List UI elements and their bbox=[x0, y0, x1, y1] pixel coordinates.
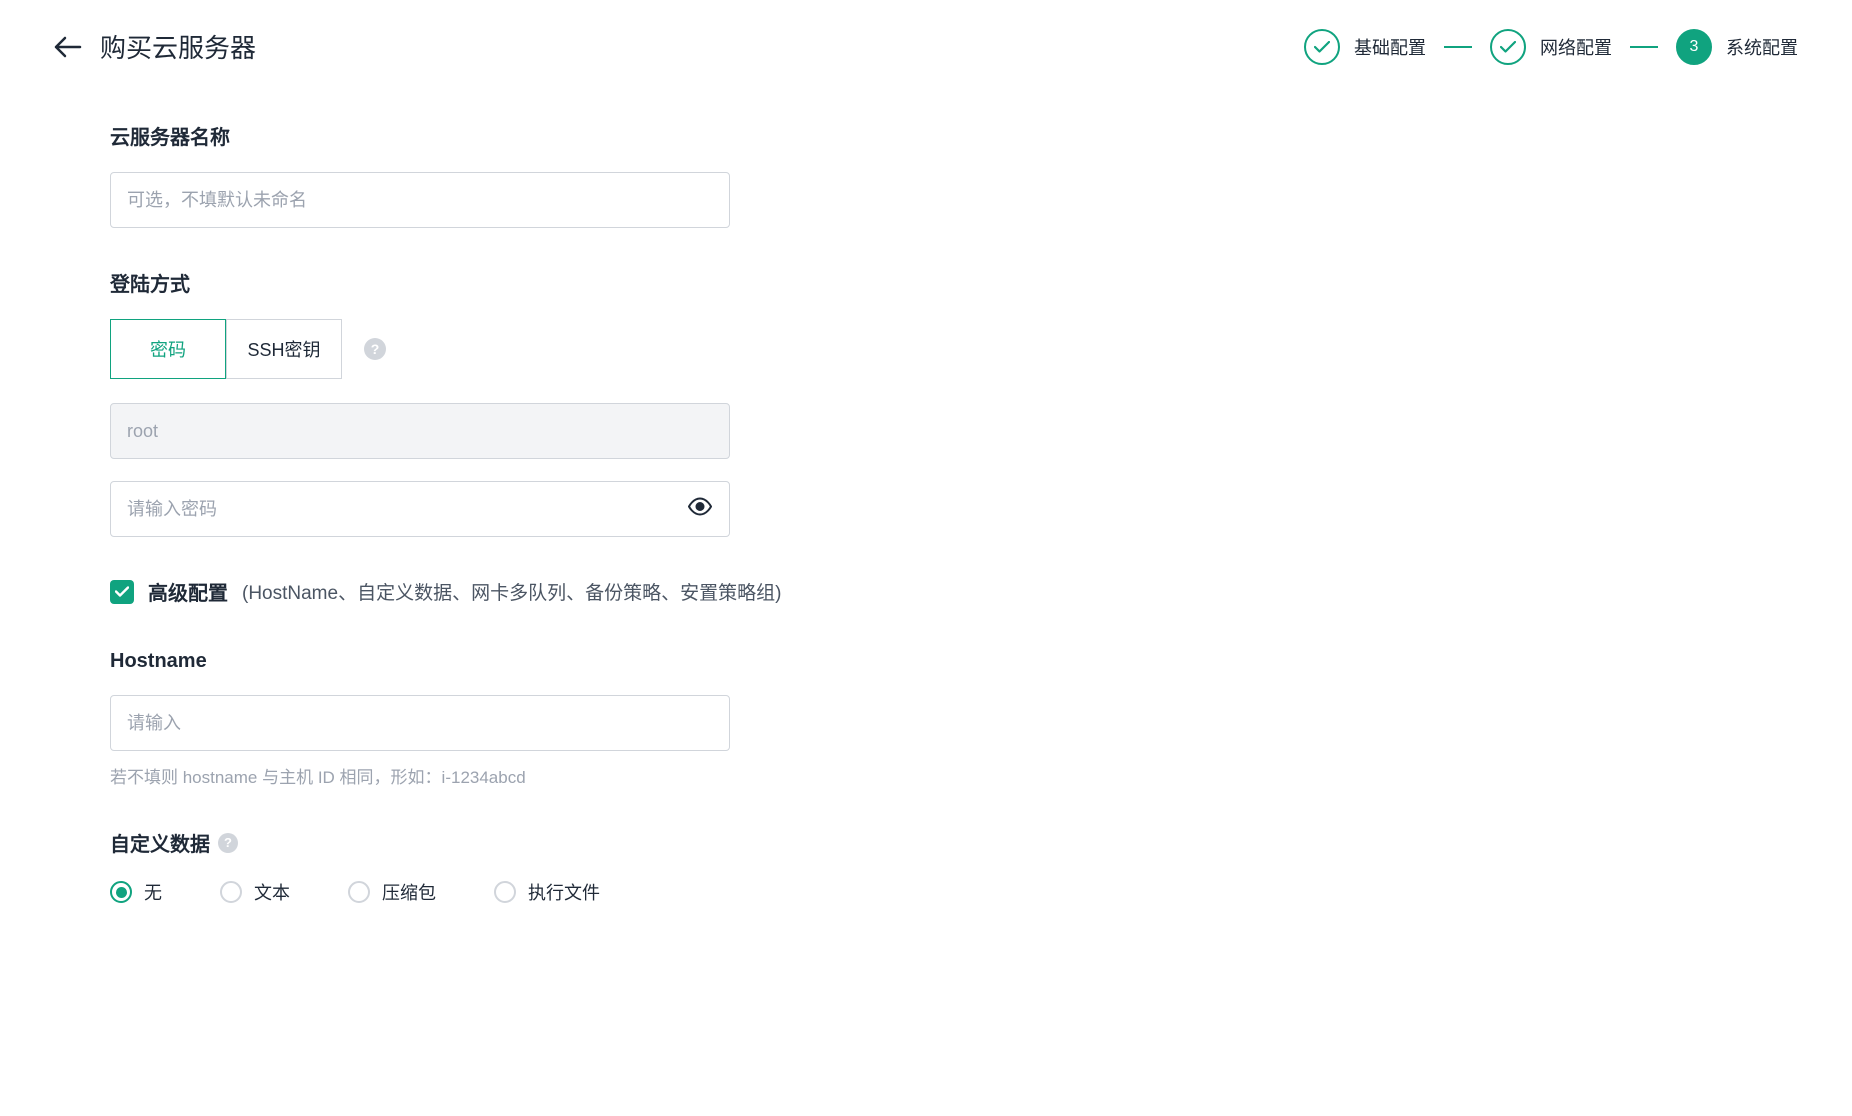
tab-password[interactable]: 密码 bbox=[110, 319, 226, 379]
hostname-hint: 若不填则 hostname 与主机 ID 相同，形如：i-1234abcd bbox=[110, 763, 1798, 788]
back-button[interactable] bbox=[54, 33, 82, 61]
server-name-input[interactable] bbox=[110, 172, 730, 228]
tab-ssh-key[interactable]: SSH密钥 bbox=[226, 319, 342, 379]
radio-input[interactable] bbox=[220, 881, 242, 903]
radio-label: 压缩包 bbox=[382, 879, 436, 905]
page-header: 购买云服务器 基础配置 网络配置 bbox=[54, 28, 1798, 65]
radio-input[interactable] bbox=[348, 881, 370, 903]
step-indicator: 基础配置 网络配置 3 系统配置 bbox=[1304, 29, 1798, 65]
step-circle-done bbox=[1304, 29, 1340, 65]
step-label: 网络配置 bbox=[1540, 34, 1612, 60]
page-title: 购买云服务器 bbox=[100, 28, 256, 65]
custom-data-label: 自定义数据 bbox=[110, 828, 210, 857]
step-label: 基础配置 bbox=[1354, 34, 1426, 60]
custom-data-section: 自定义数据 ? 无 文本 压缩包 执行文件 bbox=[110, 828, 1798, 905]
step-divider bbox=[1630, 46, 1658, 48]
radio-none[interactable]: 无 bbox=[110, 879, 162, 905]
login-method-label: 登陆方式 bbox=[110, 268, 1798, 297]
step-network-config[interactable]: 网络配置 bbox=[1490, 29, 1612, 65]
password-input[interactable] bbox=[110, 481, 730, 537]
check-icon bbox=[115, 586, 129, 597]
eye-icon bbox=[688, 498, 712, 516]
hostname-input[interactable] bbox=[110, 695, 730, 751]
custom-data-radio-group: 无 文本 压缩包 执行文件 bbox=[110, 879, 1798, 905]
radio-label: 执行文件 bbox=[528, 879, 600, 905]
step-basic-config[interactable]: 基础配置 bbox=[1304, 29, 1426, 65]
step-circle-active: 3 bbox=[1676, 29, 1712, 65]
arrow-left-icon bbox=[54, 36, 82, 58]
server-name-label: 云服务器名称 bbox=[110, 121, 1798, 150]
radio-executable[interactable]: 执行文件 bbox=[494, 879, 600, 905]
check-icon bbox=[1500, 41, 1516, 53]
radio-text[interactable]: 文本 bbox=[220, 879, 290, 905]
help-icon[interactable]: ? bbox=[364, 338, 386, 360]
radio-archive[interactable]: 压缩包 bbox=[348, 879, 436, 905]
username-input bbox=[110, 403, 730, 459]
radio-label: 无 bbox=[144, 879, 162, 905]
radio-label: 文本 bbox=[254, 879, 290, 905]
radio-input[interactable] bbox=[110, 881, 132, 903]
step-circle-done bbox=[1490, 29, 1526, 65]
hostname-label: Hostname bbox=[110, 650, 1798, 673]
show-password-button[interactable] bbox=[688, 498, 712, 521]
hostname-section: Hostname 若不填则 hostname 与主机 ID 相同，形如：i-12… bbox=[110, 650, 1798, 788]
advanced-config-label: 高级配置 bbox=[148, 577, 228, 606]
step-label: 系统配置 bbox=[1726, 34, 1798, 60]
step-divider bbox=[1444, 46, 1472, 48]
server-name-section: 云服务器名称 bbox=[110, 121, 1798, 228]
advanced-config-hint: (HostName、自定义数据、网卡多队列、备份策略、安置策略组) bbox=[242, 578, 781, 605]
radio-input[interactable] bbox=[494, 881, 516, 903]
advanced-config-toggle[interactable]: 高级配置 (HostName、自定义数据、网卡多队列、备份策略、安置策略组) bbox=[110, 577, 1798, 606]
step-system-config[interactable]: 3 系统配置 bbox=[1676, 29, 1798, 65]
login-method-section: 登陆方式 密码 SSH密钥 ? bbox=[110, 268, 1798, 537]
check-icon bbox=[1314, 41, 1330, 53]
help-icon[interactable]: ? bbox=[218, 833, 238, 853]
advanced-config-checkbox[interactable] bbox=[110, 580, 134, 604]
